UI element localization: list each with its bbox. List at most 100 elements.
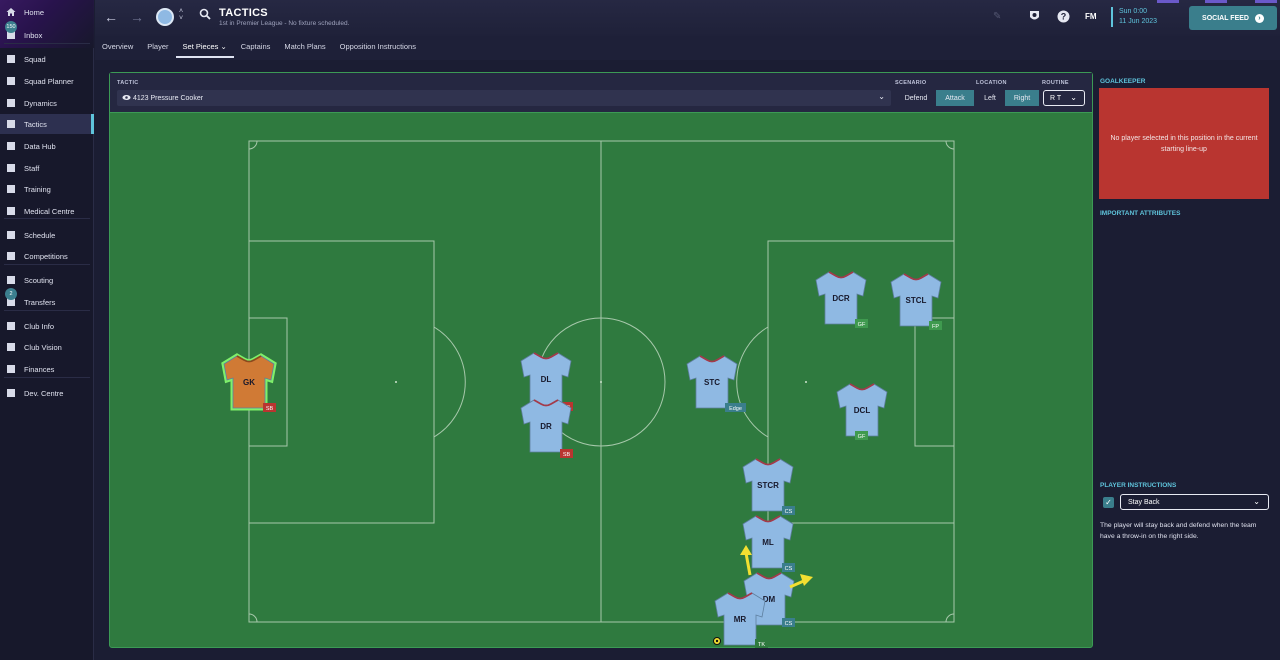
player-shirt-stcl[interactable]: STCL FP [890,273,942,330]
sidebar-item-squad-planner[interactable]: Squad Planner [0,71,94,91]
sidebar-item-label: Competitions [24,251,68,261]
player-shirt-dcr[interactable]: DCR GF [815,271,868,328]
back-arrow-icon[interactable]: ← [104,9,118,25]
sidebar-item-club-vision[interactable]: Club Vision [0,337,94,357]
right-penalty-spot [805,381,807,383]
sidebar-item-transfers[interactable]: Transfers 2 [0,288,94,312]
planner-icon [5,75,17,87]
scenario-attack[interactable]: Attack [936,90,974,106]
player-shirt-dr[interactable]: DR SB [520,399,573,458]
sidebar-item-label: Data Hub [24,141,56,151]
corner-arc [248,613,258,623]
dynamics-icon [5,97,17,109]
routine-value: R T [1050,94,1062,102]
club-switch-chevron-icon[interactable]: ˄ ˅ [179,8,183,22]
role-tag: CS [785,566,793,572]
ball-icon [713,637,721,645]
player-shirt-dl[interactable]: DLSB [520,352,573,411]
home-icon [5,6,17,18]
player-instructions-title: PLAYER INSTRUCTIONS [1100,482,1177,489]
sidebar-item-finances[interactable]: Finances [0,359,94,379]
role-tag: CS [785,621,793,627]
club-crest-icon[interactable] [1028,10,1041,26]
forward-arrow-icon[interactable]: → [130,9,144,25]
training-icon [5,183,17,195]
fm-menu-button[interactable]: FM [1085,12,1097,21]
sidebar-item-dynamics[interactable]: Dynamics [0,93,94,113]
players-layer: GK SB DLSB DR SB STC Edge DCR GF STCL FP DCL GF STCR C… [221,271,942,648]
centre-spot [600,381,602,383]
sidebar-item-data-hub[interactable]: Data Hub [0,136,94,156]
movement-arrow-head [740,545,752,555]
sidebar-item-club-info[interactable]: Club Info [0,316,94,336]
tab-bar: Overview Player Set Pieces ⌄ Captains Match … [95,38,423,58]
sidebar-item-label: Home [24,7,45,17]
role-tag: GF [858,322,866,328]
left-penalty-arc [433,326,466,438]
sidebar-item-label: Finances [24,364,55,374]
tab-set-pieces[interactable]: Set Pieces ⌄ [175,38,234,58]
sidebar-item-home[interactable]: Home [0,2,94,22]
edit-pencil-icon[interactable]: ✎ [993,11,1001,22]
header-background [95,0,1280,36]
chevron-right-icon: › [1254,13,1264,23]
sidebar-item-label: Staff [24,163,40,173]
role-tag: GF [858,434,866,440]
player-shirt-stcr[interactable]: STCR CS [742,458,795,515]
help-icon[interactable]: ? [1057,10,1070,26]
sidebar-item-label: Tactics [24,119,47,129]
role-tag: FP [932,324,939,330]
sidebar-item-schedule[interactable]: Schedule [0,225,94,245]
sidebar-item-training[interactable]: Training [0,179,94,199]
sidebar-item-label: Dev. Centre [24,388,64,398]
tab-captains[interactable]: Captains [234,38,278,58]
tab-overview[interactable]: Overview [95,38,140,58]
sidebar-item-label: Training [24,184,51,194]
role-tag: TK [758,642,765,648]
instruction-dropdown[interactable]: Stay Back ⌄ [1120,494,1269,510]
player-shirt-gk[interactable]: GK SB [221,353,277,412]
sidebar-item-scouting[interactable]: Scouting [0,270,94,290]
sidebar-item-staff[interactable]: Staff [0,158,94,178]
tab-player[interactable]: Player [140,38,175,58]
sidebar-item-label: Medical Centre [24,206,75,216]
scenario-defend[interactable]: Defend [897,90,935,106]
goalkeeper-title: GOALKEEPER [1100,78,1146,85]
player-shirt-ml[interactable]: ML CS [742,515,795,572]
club-badge-icon[interactable] [156,8,174,26]
sidebar-item-tactics[interactable]: Tactics [0,114,94,134]
routine-dropdown[interactable]: R T ⌄ [1043,90,1085,106]
svg-text:?: ? [1061,12,1067,22]
top-strip [1157,0,1179,3]
tactic-value: 4123 Pressure Cooker [133,94,204,102]
right-penalty-arc [736,326,769,438]
game-date[interactable]: Sun 0:00 11 Jun 2023 [1111,7,1157,27]
social-feed-button[interactable]: SOCIAL FEED › [1189,6,1277,30]
game-time: Sun 0:00 [1119,8,1148,15]
scouting-icon [5,274,17,286]
location-left[interactable]: Left [976,90,1004,106]
club-info-icon [5,320,17,332]
club-vision-icon [5,341,17,353]
sidebar-item-competitions[interactable]: Competitions [0,246,94,266]
instruction-checkbox[interactable]: ✓ [1103,497,1114,508]
instruction-description: The player will stay back and defend whe… [1100,522,1257,540]
sidebar-item-squad[interactable]: Squad [0,49,94,69]
tab-match-plans[interactable]: Match Plans [277,38,332,58]
sidebar-item-inbox[interactable]: Inbox 150 [0,21,94,45]
trophy-icon [5,250,17,262]
player-shirt-dcl[interactable]: DCL GF [836,383,888,440]
location-right[interactable]: Right [1005,90,1039,106]
set-piece-controls: TACTIC 4123 Pressure Cooker ⌄ SCENARIO D… [110,73,1092,113]
sidebar-item-medical-centre[interactable]: Medical Centre [0,201,94,221]
sidebar: Home Inbox 150 Squad Squad Planner Dynamics Ta… [0,0,94,660]
chevron-down-icon: ⌄ [878,92,885,101]
notification-badge: 2 [5,288,17,300]
tab-opposition-instructions[interactable]: Opposition Instructions [333,38,423,58]
sidebar-item-dev-centre[interactable]: Dev. Centre [0,383,94,403]
position-label: STC [704,378,720,387]
search-icon[interactable] [199,8,211,23]
finances-icon [5,363,17,375]
tactic-dropdown[interactable]: 4123 Pressure Cooker ⌄ [117,90,891,106]
dev-centre-icon [5,387,17,399]
